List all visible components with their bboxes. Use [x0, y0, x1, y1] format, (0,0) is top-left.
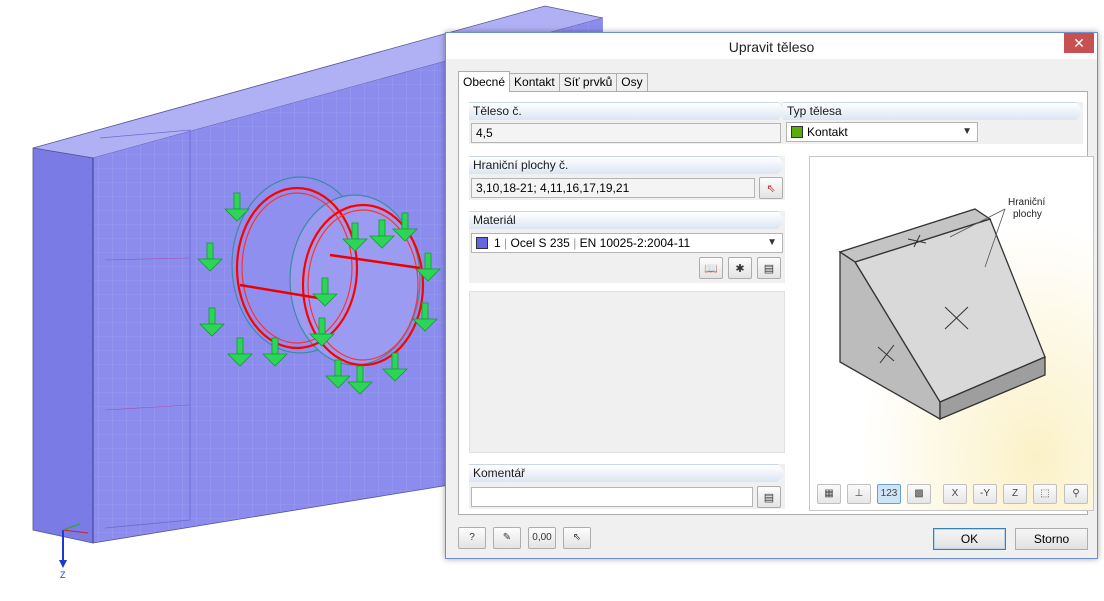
help-button[interactable]: ? [458, 527, 486, 549]
tab-bar: Obecné Kontakt Síť prvků Osy [458, 71, 648, 92]
group-material: Materiál 1 | Ocel S 235 | EN 10025-2:200… [469, 211, 785, 283]
view-z-icon: Z [1011, 488, 1019, 499]
edit-button[interactable]: ✎ [493, 527, 521, 549]
chevron-down-icon: ▼ [962, 126, 972, 137]
book-icon: 📖 [704, 262, 718, 275]
edit-material-button[interactable]: ▤ [757, 257, 781, 279]
axes-display-button[interactable]: ⊥ [847, 484, 871, 504]
contact-color-swatch [791, 126, 803, 138]
material-label: Materiál [469, 211, 785, 229]
comment-label: Komentář [469, 464, 785, 482]
pick-icon: ⇖ [572, 532, 582, 543]
new-item-icon: ✱ [735, 262, 745, 275]
render-mode-button[interactable]: ▩ [907, 484, 931, 504]
tab-axes[interactable]: Osy [616, 73, 648, 91]
axis-z-label: Z [60, 570, 66, 580]
comment-list-icon: ▤ [763, 491, 775, 504]
solid-type-select[interactable]: Kontakt ▼ [786, 122, 978, 142]
tab-contact[interactable]: Kontakt [509, 73, 560, 91]
view-icon: ▦ [824, 488, 834, 499]
cancel-button[interactable]: Storno [1015, 528, 1088, 550]
boundary-surfaces-field[interactable]: 3,10,18-21; 4,11,16,17,19,21 [471, 178, 755, 198]
solid-no-label: Těleso č. [469, 102, 785, 120]
iso-cube-icon: ⬚ [1040, 488, 1050, 499]
ok-button[interactable]: OK [933, 528, 1006, 550]
edit-dialog-icon: ▤ [763, 262, 775, 275]
tab-mesh[interactable]: Síť prvků [558, 73, 618, 91]
numbering-icon: 123 [880, 488, 898, 499]
render-icon: ▩ [914, 488, 924, 499]
pick-cursor-icon: ⇖ [766, 182, 776, 195]
material-color-swatch [476, 237, 488, 249]
solid-type-label: Typ tělesa [783, 102, 1083, 120]
empty-settings-area [469, 291, 785, 453]
view-z-button[interactable]: Z [1003, 484, 1027, 504]
annotation-boundary-line2: plochy [1013, 209, 1042, 220]
boundary-surfaces-label: Hraniční plochy č. [469, 156, 785, 174]
edit-solid-dialog: Upravit těleso ✕ Obecné Kontakt Síť prvk… [445, 32, 1098, 559]
view-neg-y-icon: -Y [980, 488, 990, 499]
material-select[interactable]: 1 | Ocel S 235 | EN 10025-2:2004-11 ▼ [471, 233, 783, 253]
solid-no-field[interactable]: 4,5 [471, 123, 781, 143]
tab-general[interactable]: Obecné [458, 71, 511, 92]
zoom-icon: ⚲ [1072, 488, 1080, 499]
dialog-titlebar: Upravit těleso ✕ [446, 33, 1097, 59]
comment-field[interactable] [471, 487, 753, 507]
close-icon: ✕ [1073, 35, 1085, 51]
isometric-view-button[interactable]: ⬚ [1033, 484, 1057, 504]
new-material-button[interactable]: ✱ [728, 257, 752, 279]
calculator-icon: 0,00 [532, 532, 552, 543]
material-norm: EN 10025-2:2004-11 [579, 236, 691, 250]
calculator-button[interactable]: 0,00 [528, 527, 556, 549]
close-button[interactable]: ✕ [1064, 33, 1094, 53]
material-number: 1 [494, 236, 501, 250]
view-toggle-button[interactable]: ▦ [817, 484, 841, 504]
solid-type-value: Kontakt [807, 125, 848, 139]
view-x-button[interactable]: X [943, 484, 967, 504]
zoom-reset-button[interactable]: ⚲ [1064, 484, 1088, 504]
dialog-title: Upravit těleso [728, 39, 815, 55]
chevron-down-icon: ▼ [767, 237, 777, 248]
group-solid-type: Typ tělesa Kontakt ▼ [783, 102, 1083, 144]
wedge-illustration: Hraniční plochy [838, 197, 1046, 421]
help-icon: ? [469, 532, 475, 543]
pick-button[interactable]: ⇖ [563, 527, 591, 549]
group-solid-no: Těleso č. 4,5 [469, 102, 785, 144]
group-comment: Komentář ▤ [469, 464, 785, 509]
material-library-button[interactable]: 📖 [699, 257, 723, 279]
annotation-boundary-line1: Hraniční [1008, 197, 1045, 208]
edit-icon: ✎ [502, 532, 512, 543]
view-x-icon: X [951, 488, 959, 499]
group-boundary-surfaces: Hraniční plochy č. 3,10,18-21; 4,11,16,1… [469, 156, 785, 200]
comment-library-button[interactable]: ▤ [757, 486, 781, 508]
axes-icon: ⊥ [854, 488, 864, 499]
pick-surfaces-button[interactable]: ⇖ [759, 177, 783, 199]
solid-type-preview: Hraniční plochy ▦ ⊥ 123 ▩ X -Y Z ⬚ ⚲ [809, 156, 1094, 511]
material-name: Ocel S 235 [510, 236, 570, 250]
view-neg-y-button[interactable]: -Y [973, 484, 997, 504]
numbering-button[interactable]: 123 [877, 484, 901, 504]
tab-panel-general: Těleso č. 4,5 Typ tělesa Kontakt ▼ Hrani… [458, 91, 1094, 515]
